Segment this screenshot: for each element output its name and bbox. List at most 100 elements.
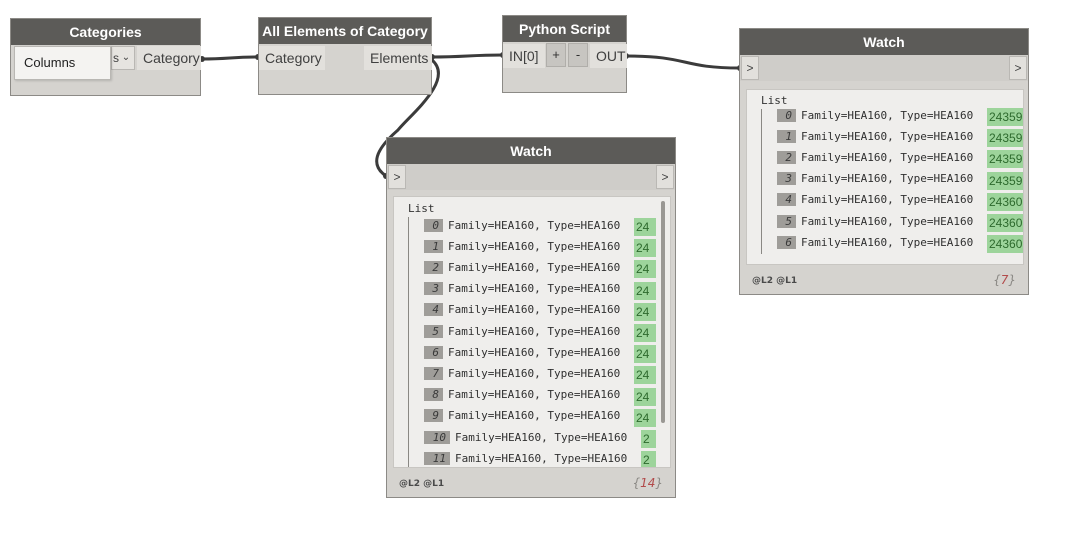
list-item-index: 5 [777,214,796,228]
watch-port-row: > > [740,55,1028,81]
list-item-index: 2 [424,260,443,274]
python-script-node[interactable]: Python Script IN[0] + - OUT [502,15,627,93]
item-count: {7} [993,273,1016,287]
node-title: Categories [11,19,200,45]
list-item-index: 6 [424,345,443,359]
list-item-index: 3 [777,172,796,186]
list-item-text: Family=HEA160, Type=HEA160 [801,150,974,164]
item-count-value: 7 [1000,273,1009,287]
input-port-in0[interactable]: IN[0] [503,44,545,68]
list-item: 2 Family=HEA160, Type=HEA160 24359 [777,150,1023,169]
add-input-button[interactable]: + [546,43,566,67]
list-item-index: 4 [777,193,796,207]
list-item-value: 24 [634,345,656,364]
watch-list-panel[interactable]: List 0 Family=HEA160, Type=HEA160 24359 1 Fa… [746,89,1024,265]
list-item-index: 9 [424,409,443,423]
wire-elements-to-python [430,53,505,59]
watch-node-right[interactable]: Watch > > List 0 Family=HEA160, Type=HEA1… [739,28,1029,295]
list-item-text: Family=HEA160, Type=HEA160 [801,108,974,122]
watch-footer: @L2 @L1 {7} [740,268,1028,294]
list-item-index: 4 [424,303,443,317]
list-item-text: Family=HEA160, Type=HEA160 [801,193,974,207]
list-item: 6 Family=HEA160, Type=HEA160 24360 [777,235,1023,254]
list-item: 9 Family=HEA160, Type=HEA160 24 [424,408,660,427]
list-item: 8 Family=HEA160, Type=HEA160 24 [424,387,660,406]
list-item-text: Family=HEA160, Type=HEA160 [448,345,621,359]
list-item-value: 24359 [987,108,1023,126]
list-item: 5 Family=HEA160, Type=HEA160 24 [424,324,660,342]
list-item-value: 24 [634,324,656,342]
list-header: List [761,94,788,107]
watch-node-bottom[interactable]: Watch > > List 0 Family=HEA160, Type=HEA1… [386,137,676,498]
list-item-text: Family=HEA160, Type=HEA160 [448,239,621,253]
list-item: 4 Family=HEA160, Type=HEA160 24 [424,302,660,321]
list-item-value: 24 [634,408,656,427]
list-item: 0 Family=HEA160, Type=HEA160 24 [424,218,660,236]
output-port[interactable]: > [656,165,674,189]
list-item-index: 6 [777,235,796,249]
list-item-text: Family=HEA160, Type=HEA160 [448,282,621,296]
list-item-text: Family=HEA160, Type=HEA160 [801,214,974,228]
list-item-value: 24 [634,239,656,258]
list-levels: @L2 @L1 [399,479,445,489]
list-item: 1 Family=HEA160, Type=HEA160 24 [424,239,660,258]
list-item-index: 11 [424,451,450,465]
list-item-value: 24360 [987,192,1023,211]
list-item-index: 1 [777,129,796,143]
list-item: 10 Family=HEA160, Type=HEA160 2 [424,430,660,448]
tree-line [761,109,762,254]
list-item: 4 Family=HEA160, Type=HEA160 24360 [777,192,1023,211]
input-port[interactable]: > [741,56,759,80]
list-item-text: Family=HEA160, Type=HEA160 [448,324,621,338]
watch-footer: @L2 @L1 {14} [387,471,675,497]
list-item-index: 5 [424,324,443,338]
list-item-text: Family=HEA160, Type=HEA160 [801,235,974,249]
list-item-value: 2 [641,451,656,467]
node-title: Watch [387,138,675,164]
list-item-text: Family=HEA160, Type=HEA160 [455,451,628,465]
list-item: 1 Family=HEA160, Type=HEA160 24359 [777,129,1023,148]
list-item-text: Family=HEA160, Type=HEA160 [448,218,621,232]
all-elements-of-category-node[interactable]: All Elements of Category Category Elemen… [258,17,432,95]
list-item-text: Family=HEA160, Type=HEA160 [448,409,621,423]
list-item-value: 24 [634,218,656,236]
list-item: 11 Family=HEA160, Type=HEA160 2 [424,451,660,467]
list-item-index: 10 [424,430,450,444]
tree-line [408,217,409,467]
output-port-out[interactable]: OUT [590,44,627,68]
output-port-elements[interactable]: Elements [364,46,432,70]
list-item-value: 24359 [987,150,1023,169]
input-port[interactable]: > [388,165,406,189]
list-item-value: 24359 [987,129,1023,148]
list-item-text: Family=HEA160, Type=HEA160 [801,129,974,143]
output-port[interactable]: > [1009,56,1027,80]
list-item-value: 24 [634,302,656,321]
watch-list-panel[interactable]: List 0 Family=HEA160, Type=HEA160 24 1 Famil… [393,196,671,468]
list-item-text: Family=HEA160, Type=HEA160 [455,430,628,444]
list-scrollbar[interactable] [661,201,665,423]
list-item: 5 Family=HEA160, Type=HEA160 24360 [777,214,1023,232]
list-item-index: 0 [424,218,443,232]
list-item-value: 24 [634,366,656,385]
list-item-index: 0 [777,108,796,122]
categories-node[interactable]: Categories s ⌄ Columns Category [10,18,201,96]
list-item: 3 Family=HEA160, Type=HEA160 24 [424,281,660,300]
list-item: 0 Family=HEA160, Type=HEA160 24359 [777,108,1023,126]
list-header: List [408,202,435,215]
dropdown-option-columns[interactable]: Columns [14,46,111,80]
list-item-value: 24359 [987,171,1023,190]
list-item-text: Family=HEA160, Type=HEA160 [448,388,621,402]
list-item-index: 3 [424,282,443,296]
list-item-text: Family=HEA160, Type=HEA160 [801,172,974,186]
list-item-value: 24 [634,281,656,300]
list-item: 6 Family=HEA160, Type=HEA160 24 [424,345,660,364]
remove-input-button[interactable]: - [568,43,588,67]
input-port-category[interactable]: Category [259,46,325,70]
list-item-value: 24 [634,387,656,406]
node-title: Watch [740,29,1028,55]
output-port-category[interactable]: Category [137,46,201,70]
list-levels: @L2 @L1 [752,276,798,286]
chevron-down-icon[interactable]: ⌄ [119,49,133,67]
item-count-value: 14 [640,476,656,490]
list-item-index: 7 [424,366,443,380]
